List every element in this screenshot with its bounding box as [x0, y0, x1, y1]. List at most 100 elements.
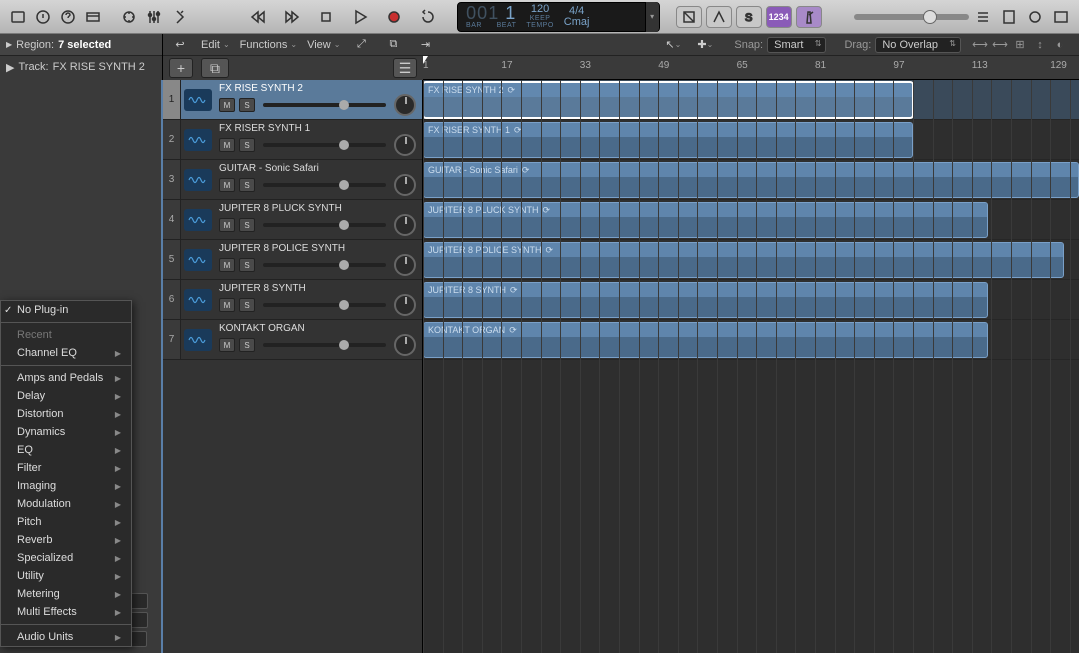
snap-select[interactable]: Smart ⇅	[767, 37, 826, 53]
mute-button[interactable]: M	[219, 178, 235, 192]
pointer-tool-icon[interactable]: ↖⌄	[662, 36, 684, 54]
mute-button[interactable]: M	[219, 338, 235, 352]
forward-button[interactable]	[277, 5, 307, 29]
menu-category[interactable]: Imaging	[1, 477, 131, 495]
view-menu[interactable]: View⌄	[307, 39, 340, 51]
volume-slider[interactable]	[263, 263, 386, 267]
mute-button[interactable]: M	[219, 98, 235, 112]
quickhelp-icon[interactable]	[56, 5, 79, 29]
pan-knob[interactable]	[394, 254, 416, 276]
audio-region[interactable]: JUPITER 8 PLUCK SYNTH ⟳	[423, 202, 988, 238]
edit-menu[interactable]: Edit⌄	[201, 39, 230, 51]
menu-category[interactable]: Delay	[1, 387, 131, 405]
audio-region[interactable]: FX RISE SYNTH 2 ⟳	[423, 82, 913, 118]
disclosure-triangle-icon[interactable]: ▶	[6, 61, 14, 74]
region-header[interactable]: ▶ Region: 7 selected	[0, 34, 162, 56]
list-editors-icon[interactable]	[971, 5, 995, 29]
volume-slider[interactable]	[263, 223, 386, 227]
menu-category[interactable]: Metering	[1, 585, 131, 603]
zoom-h-icon[interactable]: ⟷	[971, 36, 989, 54]
editors-icon[interactable]	[168, 5, 191, 29]
zoom-v-icon[interactable]: ⟷	[991, 36, 1009, 54]
add-track-button[interactable]: +	[169, 58, 193, 78]
menu-category[interactable]: Specialized	[1, 549, 131, 567]
library-icon[interactable]	[6, 5, 29, 29]
solo-button[interactable]: S	[239, 138, 255, 152]
menu-category[interactable]: Distortion	[1, 405, 131, 423]
solo-icon[interactable]: S	[736, 6, 762, 28]
pan-knob[interactable]	[394, 134, 416, 156]
menu-category[interactable]: Modulation	[1, 495, 131, 513]
duplicate-track-button[interactable]: ⧉	[201, 58, 229, 78]
flex-icon[interactable]: ⧉	[382, 36, 404, 54]
metronome-icon[interactable]	[796, 6, 822, 28]
play-button[interactable]	[345, 5, 375, 29]
track-header[interactable]: ▶ Track: FX RISE SYNTH 2	[0, 56, 162, 78]
menu-channel-eq[interactable]: Channel EQ	[1, 344, 131, 362]
track-row[interactable]: 4JUPITER 8 PLUCK SYNTHMS	[163, 200, 422, 240]
global-tracks-button[interactable]: ☰	[393, 58, 417, 78]
track-row[interactable]: 7KONTAKT ORGANMS	[163, 320, 422, 360]
solo-button[interactable]: S	[239, 298, 255, 312]
volume-slider[interactable]	[263, 143, 386, 147]
audio-region[interactable]: FX RISER SYNTH 1 ⟳	[423, 122, 913, 158]
toolbar-icon[interactable]	[81, 5, 104, 29]
secondary-tool-icon[interactable]: ✚⌄	[694, 36, 716, 54]
catch-icon[interactable]: ⇥	[414, 36, 436, 54]
track-icon[interactable]	[181, 320, 215, 359]
audio-region[interactable]: JUPITER 8 SYNTH ⟳	[423, 282, 988, 318]
lcd-dropdown[interactable]: ▾	[645, 2, 659, 32]
notepad-icon[interactable]	[997, 5, 1021, 29]
track-icon[interactable]	[181, 160, 215, 199]
menu-category[interactable]: Utility	[1, 567, 131, 585]
track-icon[interactable]	[181, 280, 215, 319]
track-row[interactable]: 6JUPITER 8 SYNTHMS	[163, 280, 422, 320]
pan-knob[interactable]	[394, 94, 416, 116]
solo-button[interactable]: S	[239, 98, 255, 112]
smart-controls-icon[interactable]	[118, 5, 141, 29]
lcd-display[interactable]: 001 1 BAR BEAT 120 KEEP TEMPO 4/4 Cmaj ▾	[457, 2, 660, 32]
mixer-icon[interactable]	[143, 5, 166, 29]
scroll-icon[interactable]: ◐	[1051, 36, 1069, 54]
audio-region[interactable]: JUPITER 8 POLICE SYNTH ⟳	[423, 242, 1064, 278]
record-button[interactable]	[379, 5, 409, 29]
stop-button[interactable]	[311, 5, 341, 29]
menu-category[interactable]: Multi Effects	[1, 603, 131, 621]
mute-button[interactable]: M	[219, 138, 235, 152]
mute-button[interactable]: M	[219, 298, 235, 312]
replace-icon[interactable]	[676, 6, 702, 28]
volume-slider[interactable]	[263, 343, 386, 347]
menu-category[interactable]: Dynamics	[1, 423, 131, 441]
inspector-icon[interactable]	[31, 5, 54, 29]
menu-category[interactable]: Pitch	[1, 513, 131, 531]
menu-no-plugin[interactable]: No Plug-in	[1, 301, 131, 319]
solo-button[interactable]: S	[239, 258, 255, 272]
pan-knob[interactable]	[394, 294, 416, 316]
master-volume-slider[interactable]	[854, 14, 969, 20]
menu-category[interactable]: Amps and Pedals	[1, 369, 131, 387]
volume-slider[interactable]	[263, 303, 386, 307]
back-icon[interactable]: ↩	[169, 36, 191, 54]
solo-button[interactable]: S	[239, 338, 255, 352]
menu-audio-units[interactable]: Audio Units	[1, 628, 131, 646]
track-icon[interactable]	[181, 200, 215, 239]
waveform-zoom-icon[interactable]: ⊞	[1011, 36, 1029, 54]
track-row[interactable]: 5JUPITER 8 POLICE SYNTHMS	[163, 240, 422, 280]
volume-slider[interactable]	[263, 183, 386, 187]
disclosure-triangle-icon[interactable]: ▶	[6, 40, 12, 49]
autopunch-icon[interactable]	[706, 6, 732, 28]
audio-region[interactable]: KONTAKT ORGAN ⟳	[423, 322, 988, 358]
ruler[interactable]: 1173349658197113129	[423, 56, 1079, 80]
pan-knob[interactable]	[394, 334, 416, 356]
vertical-zoom-icon[interactable]: ↕	[1031, 36, 1049, 54]
pan-knob[interactable]	[394, 174, 416, 196]
track-icon[interactable]	[181, 120, 215, 159]
track-icon[interactable]	[181, 80, 215, 119]
loop-browser-icon[interactable]	[1023, 5, 1047, 29]
count-in-button[interactable]: 1234	[766, 6, 792, 28]
menu-category[interactable]: Reverb	[1, 531, 131, 549]
plugin-menu[interactable]: No Plug-in Recent Channel EQ Amps and Pe…	[0, 300, 132, 647]
cycle-button[interactable]	[413, 5, 443, 29]
solo-button[interactable]: S	[239, 218, 255, 232]
track-row[interactable]: 3GUITAR - Sonic SafariMS	[163, 160, 422, 200]
